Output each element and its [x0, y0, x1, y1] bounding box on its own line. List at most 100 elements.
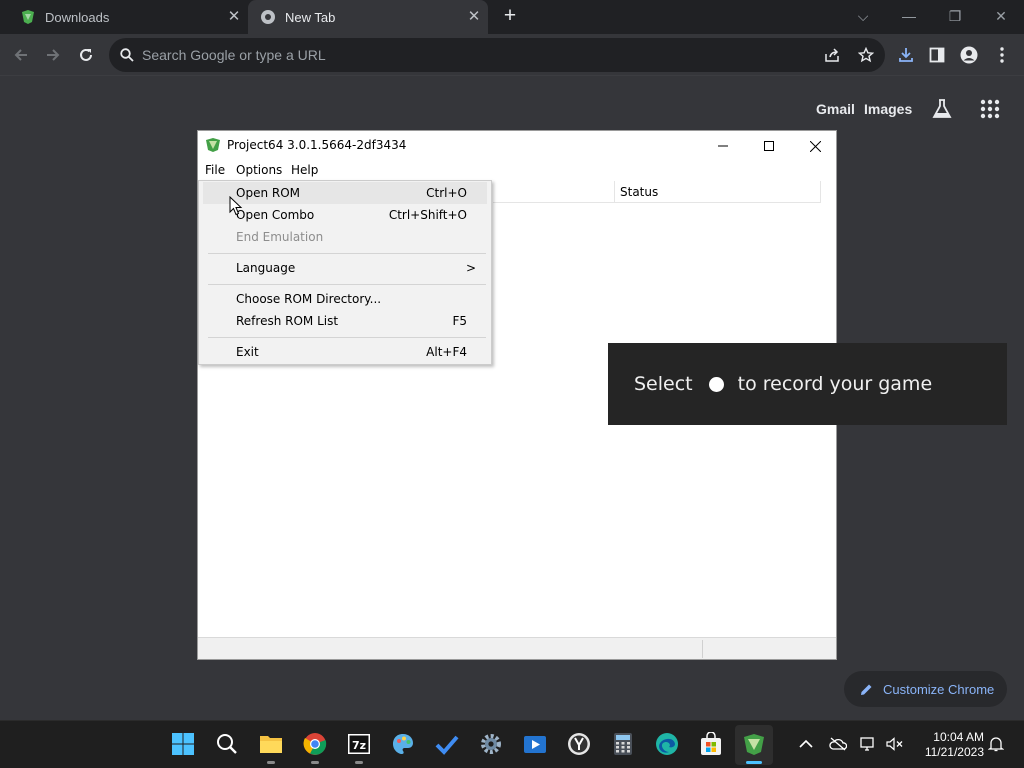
apps-grid-icon[interactable]: [980, 99, 1000, 119]
menu-separator: [208, 253, 486, 254]
omnibox[interactable]: Search Google or type a URL: [109, 38, 885, 72]
status-bar: [198, 637, 836, 659]
menu-item-label: End Emulation: [236, 230, 324, 244]
close-window-icon[interactable]: ✕: [986, 4, 1016, 28]
onedrive-off-icon[interactable]: [829, 735, 847, 753]
back-icon[interactable]: [10, 44, 32, 66]
media-player-icon[interactable]: [522, 731, 548, 757]
tab-label: Downloads: [45, 9, 110, 25]
project64-icon[interactable]: [741, 731, 767, 757]
menu-separator: [208, 337, 486, 338]
yandex-icon[interactable]: [566, 731, 592, 757]
project64-favicon-icon: [22, 10, 34, 24]
record-button-icon: [708, 376, 724, 392]
reload-icon[interactable]: [75, 44, 97, 66]
menu-options[interactable]: Options: [236, 163, 282, 177]
downloads-icon[interactable]: [895, 44, 917, 66]
system-clock[interactable]: 10:04 AM 11/21/2023: [918, 730, 984, 760]
status-bar-divider: [702, 640, 703, 658]
running-indicator: [311, 761, 319, 764]
toast-text-before: Select: [634, 373, 693, 395]
file-explorer-icon[interactable]: [258, 731, 284, 757]
running-indicator: [355, 761, 363, 764]
menu-item-label: Open ROM: [236, 186, 301, 200]
submenu-arrow-icon: >: [465, 261, 476, 275]
profile-icon[interactable]: [958, 44, 980, 66]
svg-text:7z: 7z: [352, 739, 366, 752]
gmail-link[interactable]: Gmail: [816, 101, 855, 117]
menu-item-shortcut: Alt+F4: [426, 345, 467, 359]
tab-new-tab[interactable]: New Tab ✕: [248, 0, 488, 34]
mouse-cursor-icon: [229, 196, 243, 216]
menu-item-shortcut: F5: [452, 314, 467, 328]
images-link[interactable]: Images: [864, 101, 912, 117]
tab-downloads[interactable]: Downloads ✕: [0, 0, 248, 34]
menu-separator: [208, 284, 486, 285]
menu-file[interactable]: File: [205, 163, 225, 177]
search-icon: [120, 48, 134, 62]
menu-item-shortcut: Ctrl+Shift+O: [388, 208, 467, 222]
column-divider[interactable]: [820, 181, 821, 203]
side-panel-icon[interactable]: [926, 44, 948, 66]
column-divider[interactable]: [614, 181, 615, 203]
notifications-bell-icon[interactable]: [987, 735, 1005, 753]
chrome-favicon-icon: [261, 10, 275, 24]
menu-item-exit[interactable]: Exit Alt+F4: [203, 341, 487, 363]
running-indicator: [267, 761, 275, 764]
window-title: Project64 3.0.1.5664-2df3434: [227, 138, 407, 152]
maximize-icon[interactable]: [746, 131, 792, 161]
project64-titlebar[interactable]: Project64 3.0.1.5664-2df3434: [198, 131, 836, 161]
active-indicator: [746, 761, 762, 764]
menu-item-open-combo[interactable]: Open Combo Ctrl+Shift+O: [203, 204, 487, 226]
column-header-status[interactable]: Status: [620, 185, 658, 199]
menu-item-open-rom[interactable]: Open ROM Ctrl+O: [203, 182, 487, 204]
toast-text-after: to record your game: [737, 373, 933, 395]
tab-search-icon[interactable]: ⌵: [848, 4, 878, 28]
customize-chrome-button[interactable]: Customize Chrome: [844, 671, 1007, 707]
menu-item-end-emulation: End Emulation: [203, 226, 487, 248]
project64-app-icon: [206, 138, 220, 152]
todo-icon[interactable]: [434, 731, 460, 757]
clock-time: 10:04 AM: [933, 730, 984, 744]
menu-item-label: Choose ROM Directory...: [236, 292, 382, 306]
edge-icon[interactable]: [654, 731, 680, 757]
pencil-icon: [861, 684, 872, 695]
new-tab-button[interactable]: +: [498, 5, 522, 29]
menu-item-shortcut: Ctrl+O: [426, 186, 467, 200]
menu-item-choose-rom-directory[interactable]: Choose ROM Directory...: [203, 288, 487, 310]
minimize-icon[interactable]: —: [894, 4, 924, 28]
close-icon[interactable]: [792, 131, 838, 161]
forward-icon[interactable]: [42, 44, 64, 66]
tab-strip: Downloads ✕ New Tab ✕ + ⌵ — ❐ ✕: [0, 0, 1024, 34]
calculator-icon[interactable]: [610, 731, 636, 757]
close-tab-icon[interactable]: ✕: [226, 9, 242, 25]
network-icon[interactable]: [860, 735, 878, 753]
menu-item-label: Open Combo: [236, 208, 315, 222]
bookmark-star-icon[interactable]: [858, 47, 874, 63]
restore-icon[interactable]: ❐: [940, 4, 970, 28]
customize-chrome-label: Customize Chrome: [883, 681, 995, 697]
menu-item-language[interactable]: Language >: [203, 257, 487, 279]
game-bar-record-toast: Select to record your game: [608, 343, 1007, 425]
share-icon[interactable]: [825, 48, 841, 62]
search-icon[interactable]: [214, 731, 240, 757]
taskbar: 7z 10:04 AM 11/21/2023: [0, 720, 1024, 768]
menu-item-label: Language: [236, 261, 296, 275]
chrome-icon[interactable]: [302, 731, 328, 757]
store-icon[interactable]: [698, 731, 724, 757]
menu-item-refresh-rom-list[interactable]: Refresh ROM List F5: [203, 310, 487, 332]
omnibox-placeholder: Search Google or type a URL: [142, 47, 326, 63]
close-tab-icon[interactable]: ✕: [466, 9, 482, 25]
minimize-icon[interactable]: [700, 131, 746, 161]
paint-icon[interactable]: [390, 731, 416, 757]
7zip-icon[interactable]: 7z: [346, 731, 372, 757]
volume-muted-icon[interactable]: [886, 735, 904, 753]
show-hidden-icons-icon[interactable]: [797, 735, 815, 753]
settings-icon[interactable]: [478, 731, 504, 757]
labs-flask-icon[interactable]: [931, 98, 953, 120]
tab-label: New Tab: [285, 9, 336, 25]
start-icon[interactable]: [170, 731, 196, 757]
chrome-menu-icon[interactable]: [991, 44, 1013, 66]
rom-list-header: Status: [493, 181, 821, 203]
menu-help[interactable]: Help: [291, 163, 318, 177]
